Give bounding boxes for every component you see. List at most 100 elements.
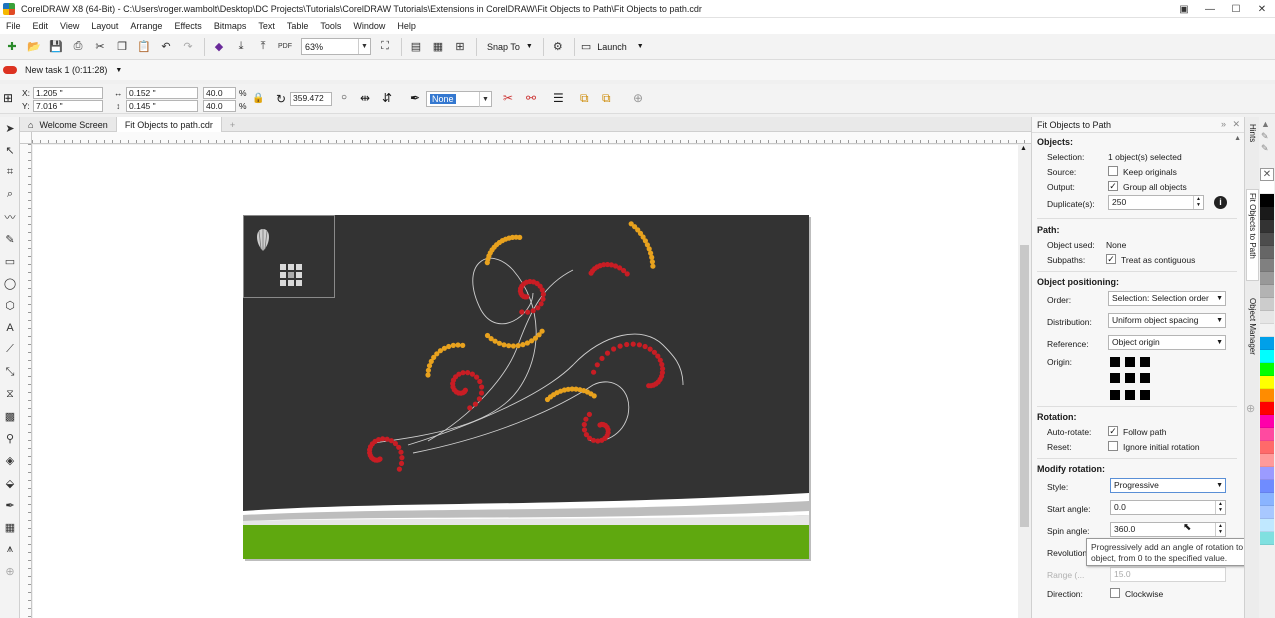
close-icon[interactable]: ✕ — [1232, 119, 1240, 130]
show-grid-icon[interactable]: ▦ — [428, 37, 448, 57]
open-folder-icon[interactable]: 📂 — [24, 37, 44, 57]
treat-as-contiguous-checkbox[interactable]: ✓ — [1106, 254, 1116, 264]
menu-file[interactable]: File — [0, 21, 27, 31]
width-input[interactable]: 0.152 " — [126, 87, 198, 99]
color-swatch[interactable] — [1260, 272, 1274, 285]
ruler-origin[interactable] — [20, 132, 32, 144]
connector-tool-icon[interactable]: ⤡ — [0, 361, 20, 383]
menu-tools[interactable]: Tools — [314, 21, 347, 31]
copy-icon[interactable]: ❐ — [112, 37, 132, 57]
height-input[interactable]: 0.145 " — [126, 100, 198, 112]
freehand-tool-icon[interactable]: 〰 — [0, 206, 20, 228]
print-icon[interactable]: ⎙ — [68, 37, 88, 57]
menu-view[interactable]: View — [54, 21, 85, 31]
combine-icon[interactable]: ⚯ — [526, 91, 536, 105]
menu-help[interactable]: Help — [391, 21, 422, 31]
show-rulers-icon[interactable]: ▤ — [406, 37, 426, 57]
close-button[interactable]: ✕ — [1249, 0, 1275, 18]
search-content-icon[interactable]: ◆ — [209, 37, 229, 57]
add-tool-icon[interactable]: ⊕ — [0, 561, 20, 583]
import-icon[interactable]: ⤓ — [231, 37, 251, 57]
menu-bitmaps[interactable]: Bitmaps — [208, 21, 253, 31]
undo-icon[interactable]: ↶ — [156, 37, 176, 57]
origin-bottom-left[interactable] — [1110, 389, 1120, 400]
save-icon[interactable]: 💾 — [46, 37, 66, 57]
eyedropper-tool-icon[interactable]: ⚲ — [0, 428, 20, 450]
color-swatch[interactable] — [1260, 532, 1274, 545]
color-swatch[interactable] — [1260, 285, 1274, 298]
color-swatch[interactable] — [1260, 337, 1274, 350]
origin-middle-right[interactable] — [1140, 373, 1150, 384]
full-screen-preview-icon[interactable]: ⛶ — [375, 37, 395, 57]
y-position-input[interactable]: 7.016 " — [33, 100, 103, 112]
eyedropper-icon[interactable]: ✎ — [1261, 131, 1269, 142]
outline-width-combo[interactable]: None ▼ — [426, 91, 492, 107]
to-back-icon[interactable]: ⧉ — [602, 91, 611, 106]
tab-object-manager[interactable]: Object Manager — [1246, 295, 1259, 381]
mirror-vertical-icon[interactable]: ⇵ — [382, 91, 392, 105]
menu-edit[interactable]: Edit — [27, 21, 55, 31]
outline-pen-icon[interactable]: ✒ — [410, 91, 420, 105]
menu-layout[interactable]: Layout — [85, 21, 124, 31]
color-swatch[interactable] — [1260, 506, 1274, 519]
polygon-tool-icon[interactable]: ⬡ — [0, 295, 20, 317]
restore-document-icon[interactable]: ▣ — [1171, 0, 1197, 18]
color-swatch[interactable] — [1260, 415, 1274, 428]
vertical-ruler[interactable] — [20, 144, 32, 618]
zoom-level-combo[interactable]: 63% ▼ — [301, 38, 371, 55]
origin-center[interactable] — [1125, 373, 1135, 384]
new-document-icon[interactable]: ✚ — [2, 37, 22, 57]
tab-fit-objects-to-path[interactable]: Fit Objects to path.cdr — [116, 117, 222, 132]
to-front-icon[interactable]: ⧉ — [580, 91, 589, 106]
expand-docker-icon[interactable]: » — [1221, 119, 1226, 129]
menu-table[interactable]: Table — [281, 21, 315, 31]
chevron-down-icon[interactable]: ▼ — [358, 39, 370, 54]
ellipse-tool-icon[interactable]: ◯ — [0, 272, 20, 294]
color-swatch[interactable] — [1260, 363, 1274, 376]
ignore-initial-rotation-checkbox[interactable] — [1108, 441, 1118, 451]
color-swatch[interactable] — [1260, 376, 1274, 389]
scale-height-input[interactable]: 40.0 — [203, 100, 236, 112]
color-swatch[interactable] — [1260, 493, 1274, 506]
keep-originals-checkbox[interactable] — [1108, 166, 1118, 176]
smear-tool-icon[interactable]: ⩚ — [0, 539, 20, 561]
artboard-page[interactable] — [243, 215, 809, 559]
launch-button[interactable]: ▭ Launch ▼ — [581, 40, 644, 53]
style-dropdown[interactable]: Progressive ▼ — [1110, 478, 1226, 493]
export-icon[interactable]: ⤒ — [253, 37, 273, 57]
clockwise-checkbox[interactable] — [1110, 588, 1120, 598]
paste-icon[interactable]: 📋 — [134, 37, 154, 57]
new-tab-button[interactable]: + — [222, 117, 243, 132]
horizontal-ruler[interactable] — [32, 132, 1031, 144]
origin-top-center[interactable] — [1125, 357, 1135, 367]
tab-hints[interactable]: Hints — [1246, 121, 1259, 173]
smart-fill-tool-icon[interactable]: ⬙ — [0, 472, 20, 494]
blend-tool-icon[interactable]: ⧖ — [0, 383, 20, 405]
color-swatch[interactable] — [1260, 207, 1274, 220]
cut-icon[interactable]: ✂ — [90, 37, 110, 57]
chevron-down-icon[interactable]: ▼ — [115, 67, 122, 74]
rotation-angle-input[interactable]: 359.472 — [290, 92, 332, 106]
pick-tool-icon[interactable]: ➤ — [0, 117, 20, 139]
mesh-fill-tool-icon[interactable]: ▦ — [0, 516, 20, 538]
publish-pdf-icon[interactable]: PDF — [275, 37, 295, 57]
distribution-dropdown[interactable]: Uniform object spacing ▼ — [1108, 313, 1226, 328]
x-position-input[interactable]: 1.205 " — [33, 87, 103, 99]
color-swatch[interactable] — [1260, 324, 1274, 337]
color-swatch[interactable] — [1260, 428, 1274, 441]
range-input[interactable]: 15.0 — [1110, 567, 1226, 582]
text-tool-icon[interactable]: A — [0, 317, 20, 339]
spin-arrows-icon[interactable]: ▲ ▼ — [1215, 523, 1225, 536]
follow-path-checkbox[interactable]: ✓ — [1108, 426, 1118, 436]
color-swatch[interactable] — [1260, 454, 1274, 467]
pen-icon[interactable]: ✎ — [1261, 143, 1269, 154]
order-dropdown[interactable]: Selection: Selection order ▼ — [1108, 291, 1226, 306]
origin-selector-grid[interactable] — [1110, 357, 1154, 401]
transparency-tool-icon[interactable]: ▩ — [0, 405, 20, 427]
chevron-down-icon[interactable]: ▼ — [479, 92, 491, 107]
color-swatch[interactable] — [1260, 311, 1274, 324]
color-swatch[interactable] — [1260, 233, 1274, 246]
color-swatch[interactable] — [1260, 389, 1274, 402]
add-icon[interactable]: ⊕ — [633, 91, 643, 105]
origin-top-right[interactable] — [1140, 357, 1150, 367]
